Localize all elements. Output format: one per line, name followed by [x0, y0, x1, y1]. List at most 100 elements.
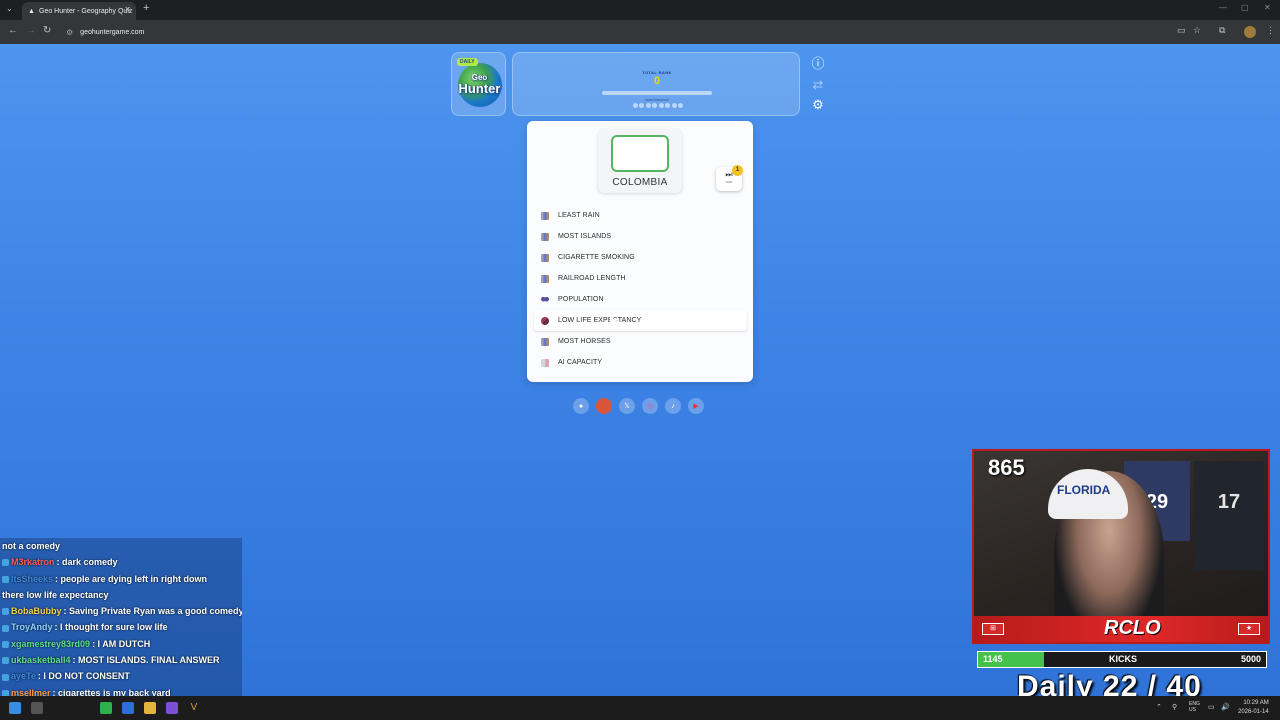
chat-text: not a comedy [2, 541, 61, 551]
app-v-icon[interactable]: V [188, 702, 200, 714]
bar-chart-icon [541, 232, 549, 241]
chat-text: : I thought for sure low life [54, 622, 168, 633]
minimize-icon[interactable]: — [1219, 3, 1227, 12]
site-favicon-icon: ▲ [28, 7, 35, 15]
language-indicator[interactable]: ENG US [1189, 701, 1200, 713]
spotify-icon[interactable] [100, 702, 112, 714]
back-icon[interactable]: ← [8, 25, 18, 36]
category-option[interactable]: AI CAPACITY [534, 352, 747, 373]
skip-count-badge: 1 [732, 165, 743, 176]
search-icon[interactable] [31, 702, 43, 714]
maximize-icon[interactable]: ▢ [1241, 3, 1249, 12]
category-label: CIGARETTE SMOKING [558, 254, 635, 261]
extensions-icon[interactable]: ⧉ [1219, 25, 1225, 36]
taskbar: V ⌃ ⚲ ENG US ▭ 🔊 10:29 AM 2026-01-14 [0, 696, 1280, 720]
bar-chart-icon [541, 337, 549, 346]
settings-gear-icon[interactable]: ⚙ [808, 95, 828, 115]
clock[interactable]: 10:29 AM 2026-01-14 [1238, 699, 1269, 717]
hat-text: FLORIDA [1057, 483, 1111, 497]
tiktok-icon[interactable]: ♪ [665, 398, 681, 414]
youtube-icon[interactable]: ▶ [688, 398, 704, 414]
kicks-goal-bar: 1145 KICKS 5000 [977, 651, 1267, 668]
tray-chevron-icon[interactable]: ⌃ [1156, 703, 1162, 711]
category-option[interactable]: MOST ISLANDS [534, 226, 747, 247]
bookmark-star-icon[interactable]: ☆ [1193, 25, 1201, 36]
category-label: MOST HORSES [558, 338, 611, 345]
switch-icon[interactable]: ⇄ [808, 75, 828, 95]
tray-app-icon[interactable]: ⚲ [1172, 703, 1177, 711]
category-option[interactable]: MOST HORSES [534, 331, 747, 352]
kicks-label: KICKS [1108, 654, 1137, 664]
cast-icon[interactable]: ▭ [1177, 25, 1186, 36]
tab-search-icon[interactable]: ⌄ [6, 4, 13, 13]
network-icon[interactable]: ▭ [1208, 703, 1215, 711]
reddit-icon[interactable] [596, 398, 612, 414]
discord-icon[interactable] [166, 702, 178, 714]
chat-username[interactable]: BobaBubby [11, 606, 62, 616]
info-icon[interactable]: ⓘ [808, 54, 828, 74]
category-option[interactable]: LOW LIFE EXPECTANCY [534, 310, 747, 331]
chat-message: ukbasketball4: MOST ISLANDS. FINAL ANSWE… [0, 652, 242, 668]
profile-avatar[interactable] [1244, 26, 1256, 38]
total-rank-value: 0 [653, 75, 661, 87]
country-name: COLOMBIA [612, 177, 668, 188]
chat-text: there low life expectancy [2, 589, 109, 600]
chat-username[interactable]: ukbasketball4 [11, 655, 71, 665]
chat-username[interactable]: TroyAndy [11, 622, 53, 632]
instagram-icon[interactable]: ◎ [642, 398, 658, 414]
chat-message: BobaBubby: Saving Private Ryan was a goo… [0, 603, 242, 619]
ai-icon [541, 358, 549, 367]
game-logo[interactable]: DAILY Geo Hunter [451, 52, 506, 116]
category-label: LOW LIFE EXPECTANCY [558, 317, 642, 324]
webcam-banner: ⊞ RCLO ★ [974, 616, 1268, 642]
site-info-icon[interactable]: ⚙ [66, 28, 73, 37]
chat-message: not a comedy [0, 538, 242, 554]
kicks-max: 5000 [1240, 654, 1261, 664]
app-icon[interactable] [122, 702, 134, 714]
chat-badge-icon [2, 673, 9, 681]
browser-toolbar: ← → ↻ ⚙ geohuntergame.com ▭ ☆ ⧉ ⋮ [0, 20, 1280, 44]
chat-text: : dark comedy [56, 557, 118, 568]
country-card: COLOMBIA [598, 129, 682, 193]
chat-username[interactable]: M3rkatron [11, 557, 55, 567]
question-card: COLOMBIA ⏭ SKIP 1 LEAST RAIN MOST ISLANDS… [527, 121, 753, 382]
category-option[interactable]: POPULATION [534, 289, 747, 310]
coffee-icon[interactable]: ● [573, 398, 589, 414]
x-icon[interactable]: 𝕏 [619, 398, 635, 414]
windows-start-icon[interactable] [9, 702, 21, 714]
chat-badge-icon [2, 608, 9, 616]
chat-text: : people are dying left in right down [55, 573, 208, 584]
file-explorer-icon[interactable] [144, 702, 156, 714]
new-tab-icon[interactable]: + [143, 2, 149, 14]
performance-dot [652, 103, 658, 108]
performance-label: PERFORMANCE [645, 98, 669, 102]
tab-title: Geo Hunter - Geography Quiz [39, 7, 133, 15]
reload-icon[interactable]: ↻ [43, 25, 51, 36]
category-option[interactable]: RAILROAD LENGTH [534, 268, 747, 289]
performance-dot [677, 103, 683, 108]
address-bar[interactable]: ⚙ geohuntergame.com [60, 23, 1170, 41]
chat-message: there low life expectancy [0, 587, 242, 603]
chat-username[interactable]: xgamestrey83rd09 [11, 639, 90, 649]
category-option[interactable]: LEAST RAIN [534, 205, 747, 226]
tab-close-icon[interactable]: ✕ [124, 5, 131, 14]
chat-username[interactable]: ayeTe [11, 671, 36, 681]
logo-line2: Hunter [458, 81, 501, 96]
volume-icon[interactable]: 🔊 [1221, 703, 1230, 711]
forward-icon[interactable]: → [26, 25, 36, 36]
performance-dots [633, 103, 683, 108]
category-list: LEAST RAIN MOST ISLANDS CIGARETTE SMOKING R… [534, 205, 747, 373]
logo-text: Geo Hunter [455, 74, 504, 96]
chat-text: : I AM DUTCH [92, 638, 151, 649]
star-icon: ★ [1238, 623, 1260, 635]
chat-message: xgamestrey83rd09: I AM DUTCH [0, 636, 242, 652]
chat-message: ayeTe: I DO NOT CONSENT [0, 668, 242, 684]
menu-icon[interactable]: ⋮ [1266, 25, 1275, 36]
browser-tab[interactable]: ▲ Geo Hunter - Geography Quiz ✕ [22, 2, 136, 20]
close-window-icon[interactable]: ✕ [1264, 3, 1271, 12]
chat-username[interactable]: ItsSheeks [11, 574, 53, 584]
clock-date: 2026-01-14 [1238, 709, 1269, 715]
performance-dot [671, 103, 677, 108]
chat-text: : MOST ISLANDS. FINAL ANSWER [72, 655, 220, 666]
category-option[interactable]: CIGARETTE SMOKING [534, 247, 747, 268]
